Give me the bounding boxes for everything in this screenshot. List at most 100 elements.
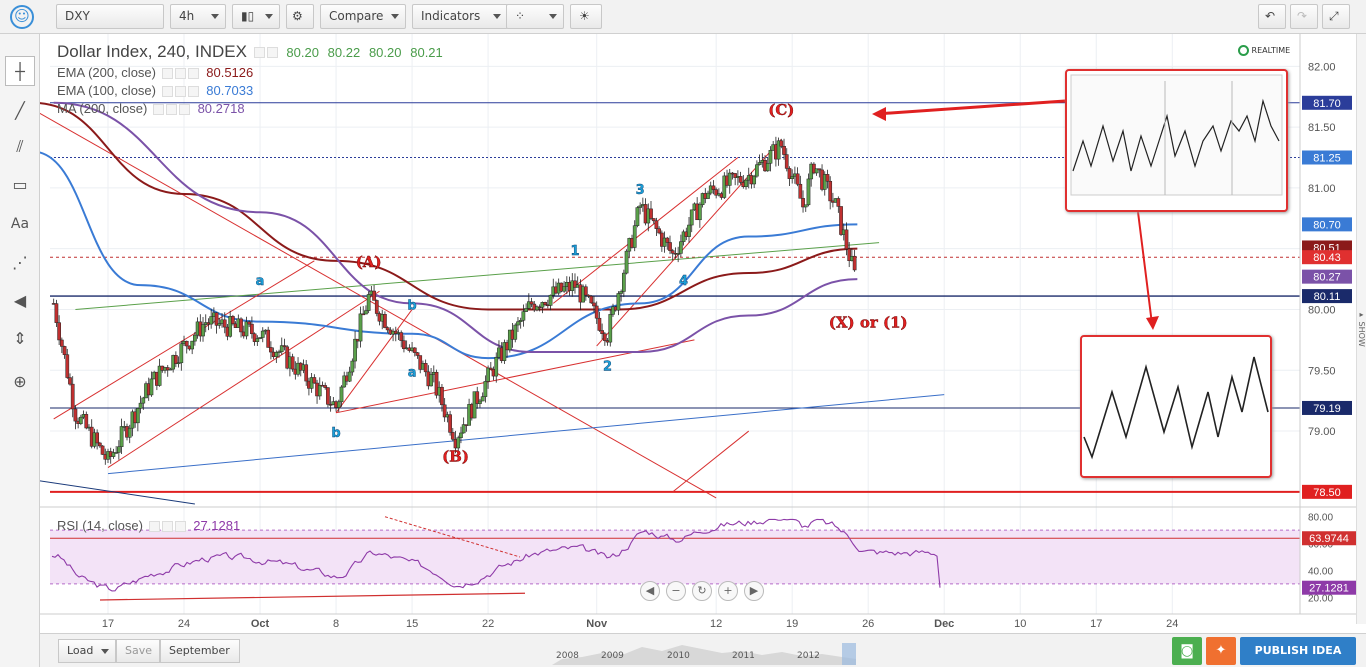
text-icon[interactable]: Aa	[5, 209, 35, 239]
candle-up	[608, 314, 613, 343]
reset-button[interactable]: ↻	[692, 581, 712, 601]
zoom-out-button[interactable]: −	[666, 581, 686, 601]
wave-annotation: (B)	[442, 447, 469, 465]
ma200-line	[53, 101, 858, 354]
ema100-label: EMA (100, close)	[57, 83, 156, 98]
twitter-button[interactable]: ✦	[1206, 637, 1236, 665]
settings-icon[interactable]	[165, 104, 177, 116]
candle-up	[255, 338, 260, 342]
camera-icon: ◙	[1180, 643, 1194, 659]
candle-up	[765, 163, 770, 172]
candle-down	[448, 414, 452, 433]
settings-icon[interactable]	[174, 68, 186, 80]
symbol-input[interactable]: DXY	[56, 4, 164, 29]
candle-up	[141, 397, 146, 404]
eye-icon[interactable]	[253, 47, 265, 59]
candle-up	[689, 209, 694, 226]
rsi-value: 27.1281	[193, 518, 241, 533]
measure-icon[interactable]: ⇕	[5, 324, 35, 354]
save-button[interactable]: Save	[116, 639, 160, 663]
candle-up	[364, 310, 368, 315]
settings-icon[interactable]	[161, 521, 173, 533]
scroll-right-button[interactable]: ▶	[744, 581, 764, 601]
trend-green-line	[75, 242, 880, 310]
candle-down	[231, 316, 235, 325]
arrow-icon[interactable]: ◀	[5, 286, 35, 316]
interval-select[interactable]: 4h	[170, 4, 226, 29]
fullscreen-button[interactable]: ⤢	[1322, 4, 1350, 29]
eye-icon[interactable]	[161, 86, 173, 98]
candle-down	[65, 354, 70, 378]
indicators-button[interactable]: Indicators	[412, 4, 508, 29]
snapshot-button[interactable]: ◙	[1172, 637, 1202, 665]
candle-down	[57, 322, 61, 341]
candle-up	[274, 352, 279, 358]
candle-up	[336, 401, 341, 408]
scroll-left-button[interactable]: ◀	[640, 581, 660, 601]
candle-down	[798, 183, 803, 199]
trend-blue-support	[107, 394, 945, 475]
chart-style-button[interactable]: ▮▯	[232, 4, 280, 29]
arrow-to-inset	[1135, 195, 1153, 325]
candle-down	[589, 296, 594, 304]
ma200-value: 80.2718	[197, 101, 245, 116]
candle-down	[450, 432, 455, 440]
alert-button[interactable]: ☀	[570, 4, 602, 29]
candle-up	[513, 324, 518, 340]
eye-icon[interactable]	[148, 521, 160, 533]
candle-up	[687, 224, 691, 237]
redo-button[interactable]: ↷	[1290, 4, 1318, 29]
show-toggle[interactable]: ▸ SHOW	[1357, 310, 1366, 347]
zoom-icon[interactable]: ⊕	[5, 367, 35, 397]
eye-icon[interactable]	[161, 68, 173, 80]
candle-down	[402, 340, 406, 350]
ohlc-close: 80.21	[410, 45, 443, 60]
settings-icon[interactable]	[266, 47, 278, 59]
close-icon[interactable]	[187, 86, 199, 98]
crosshair-icon[interactable]: ┼	[5, 56, 35, 86]
candle-down	[412, 347, 417, 353]
rsi-tick: 20.00	[1308, 593, 1333, 604]
time-tick: 24	[1166, 618, 1178, 630]
rectangle-icon[interactable]: ▭	[5, 170, 35, 200]
pitchfork-icon[interactable]: ⫽	[5, 132, 35, 162]
close-icon[interactable]	[187, 68, 199, 80]
candle-down	[651, 218, 656, 222]
wave-label: b	[331, 426, 340, 441]
trend-b-leg	[335, 309, 413, 414]
publish-idea-button[interactable]: PUBLISH IDEA	[1240, 637, 1356, 665]
history-window[interactable]	[842, 643, 856, 665]
year-2012: 2012	[797, 651, 820, 661]
candle-down	[290, 356, 295, 370]
candle-down	[738, 176, 743, 183]
close-icon[interactable]	[178, 104, 190, 116]
close-icon[interactable]	[174, 521, 186, 533]
drawings-button[interactable]: ⁘	[506, 4, 564, 29]
candle-up	[179, 343, 184, 364]
candle-down	[665, 237, 670, 243]
candle-down	[100, 445, 105, 455]
eye-icon[interactable]	[152, 104, 164, 116]
ohlc-high: 80.22	[327, 45, 361, 60]
price-axis: 82.0081.5081.0080.5080.0079.5079.0081.70…	[1299, 34, 1356, 614]
pattern-icon[interactable]: ⋰	[5, 248, 35, 278]
date-range-button[interactable]: September	[160, 639, 240, 663]
zoom-in-button[interactable]: +	[718, 581, 738, 601]
clock-icon	[1238, 45, 1249, 56]
candle-up	[635, 207, 640, 226]
wave-label: a	[256, 274, 265, 289]
smiley-icon[interactable]: ☺	[10, 5, 34, 29]
trendline-icon[interactable]: ╱	[5, 96, 35, 126]
time-tick: 12	[710, 618, 722, 630]
candle-up	[456, 437, 461, 449]
rsi-support	[99, 592, 526, 601]
undo-button[interactable]: ↶	[1258, 4, 1286, 29]
candle-up	[727, 172, 732, 186]
compare-button[interactable]: Compare	[320, 4, 406, 29]
settings-button[interactable]: ⚙	[286, 4, 314, 29]
load-button[interactable]: Load	[58, 639, 116, 663]
settings-icon[interactable]	[174, 86, 186, 98]
chevron-down-icon	[265, 14, 273, 19]
candle-up	[459, 432, 463, 438]
candle-down	[385, 327, 390, 331]
